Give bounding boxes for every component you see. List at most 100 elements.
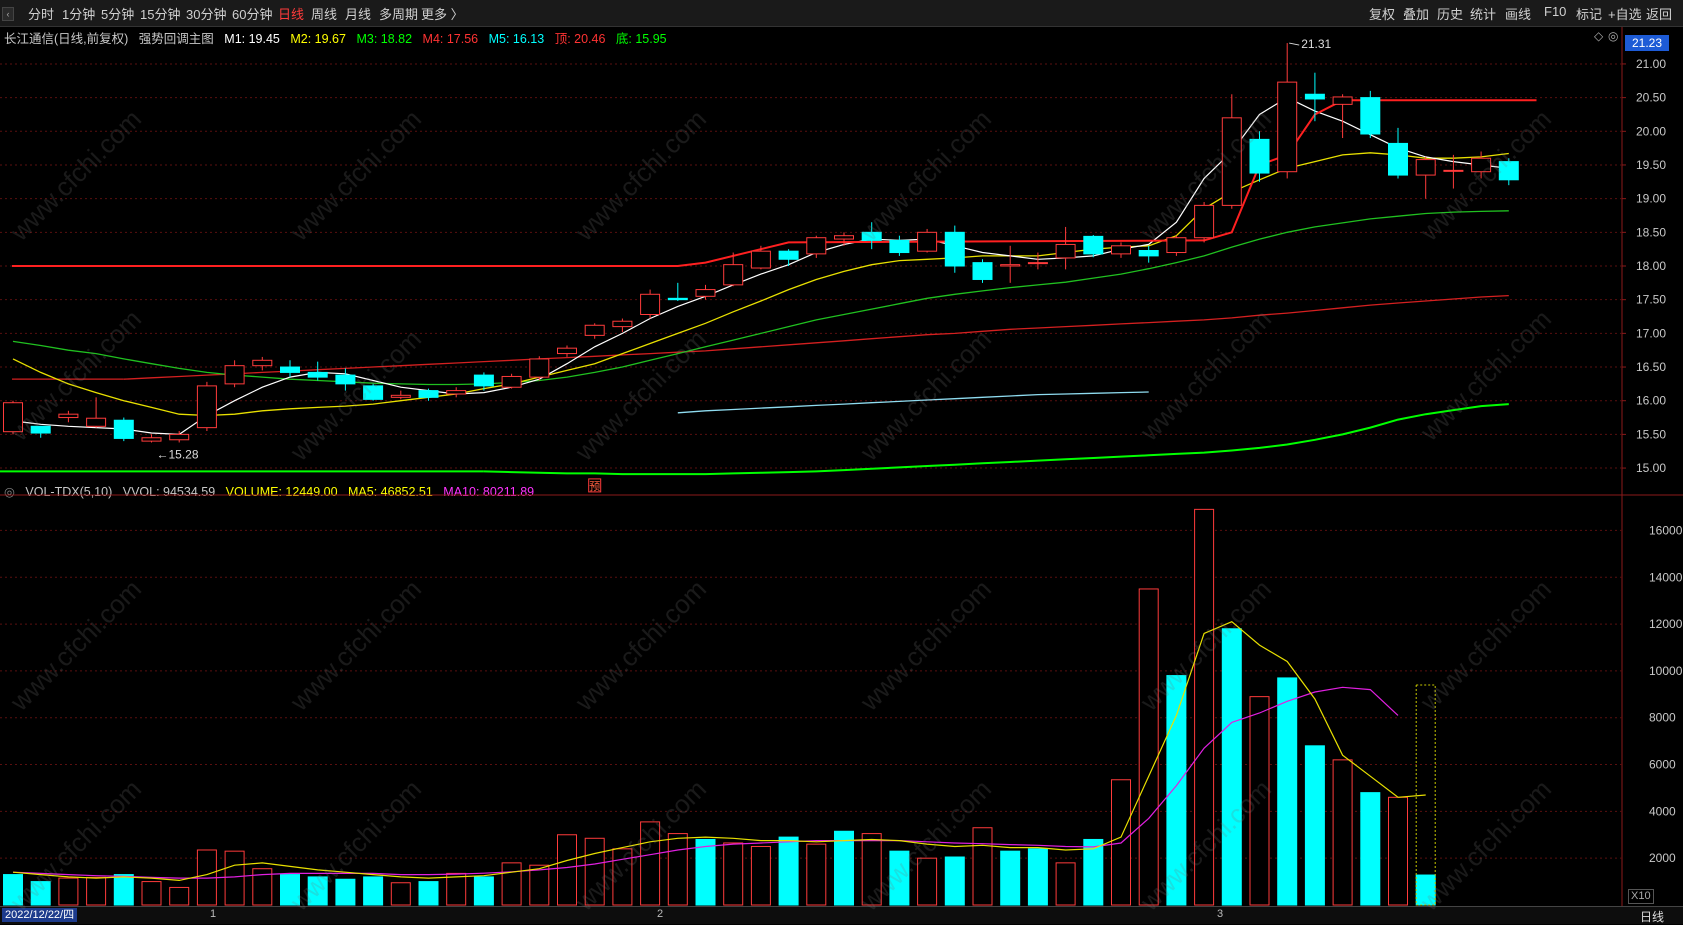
volume-tick-label-0: 2000 (1649, 851, 1676, 865)
period-tab-7[interactable]: 周线 (311, 4, 337, 23)
period-tab-10[interactable]: 更多 〉 (421, 4, 464, 23)
volume-bar-36 (1000, 850, 1021, 906)
toolbar-action-7[interactable]: +自选 (1608, 4, 1642, 23)
volume-tick-label-1: 4000 (1649, 804, 1676, 818)
volume-scale-label: X10 (1628, 889, 1654, 904)
candle-body-17 (473, 374, 494, 387)
candle-body-28 (778, 250, 799, 260)
volume-bar-29 (806, 843, 827, 906)
m5-cyan-line (677, 391, 1149, 414)
volume-bar-2 (58, 877, 79, 906)
volume-bar-21 (584, 837, 605, 906)
candle-body-40 (1111, 245, 1131, 255)
period-tab-4[interactable]: 30分钟 (186, 4, 226, 23)
price-tick-label-2: 16.00 (1636, 394, 1666, 408)
candle-body-5 (141, 437, 162, 442)
date-axis-bar: 2022/12/22/四 1 2 3 日线 (0, 906, 1683, 924)
volume-bar-23 (640, 821, 661, 906)
volume-tick-label-7: 16000 (1649, 523, 1683, 537)
period-tab-3[interactable]: 15分钟 (140, 4, 180, 23)
volume-tick-label-3: 8000 (1649, 711, 1676, 725)
cursor-date-label: 2022/12/22/四 (2, 908, 78, 922)
volume-bar-48 (1332, 759, 1353, 906)
volume-bar-1 (30, 881, 51, 906)
candle-body-14 (390, 394, 411, 398)
volume-bar-6 (169, 886, 190, 906)
volume-tick-label-4: 10000 (1649, 664, 1683, 678)
candle-body-32 (889, 239, 910, 254)
volume-bar-35 (972, 827, 993, 906)
price-tick-label-8: 19.00 (1636, 192, 1666, 206)
toolbar-action-0[interactable]: 复权 (1369, 4, 1395, 23)
toolbar-action-5[interactable]: F10 (1544, 4, 1566, 19)
toolbar-action-2[interactable]: 历史 (1437, 4, 1463, 23)
period-tab-1[interactable]: 1分钟 (62, 4, 95, 23)
period-tab-9[interactable]: 多周期 (379, 4, 418, 23)
volume-bar-51 (1415, 874, 1436, 906)
candle-body-38 (1055, 243, 1076, 259)
volume-bar-13 (363, 876, 384, 906)
chevron-left-icon[interactable]: ‹ (2, 7, 14, 21)
volume-bar-15 (418, 881, 439, 906)
period-tab-0[interactable]: 分时 (28, 4, 54, 23)
toolbar-action-1[interactable]: 叠加 (1403, 4, 1429, 23)
volume-bar-22 (612, 848, 633, 906)
candle-body-54 (1498, 161, 1519, 181)
volume-bar-12 (335, 878, 356, 906)
candle-body-53 (1471, 157, 1492, 173)
m3-green-line (12, 210, 1509, 386)
volume-bar-25 (695, 838, 716, 906)
candle-body-36 (1000, 264, 1021, 267)
price-tick-label-9: 19.50 (1636, 158, 1666, 172)
period-tab-2[interactable]: 5分钟 (101, 4, 134, 23)
volume-bar-27 (750, 845, 771, 906)
kline-chart[interactable]: 15.00 15.50 16.00 16.50 17.00 17.50 18.00 18.50… (0, 27, 1683, 906)
volume-bar-11 (307, 876, 328, 906)
period-tab-6[interactable]: 日线 (278, 4, 304, 23)
volume-bar-34 (944, 856, 965, 906)
volume-bar-42 (1166, 675, 1187, 906)
price-tick-label-5: 17.50 (1636, 293, 1666, 307)
candle-body-20 (557, 347, 577, 355)
period-tab-8[interactable]: 月线 (345, 4, 371, 23)
toolbar-action-3[interactable]: 统计 (1470, 4, 1496, 23)
price-tick-label-3: 16.50 (1636, 360, 1666, 374)
candle-body-22 (612, 320, 633, 328)
toolbar-action-4[interactable]: 画线 (1505, 4, 1531, 23)
candle-body-24 (667, 297, 688, 301)
candle-body-2 (58, 413, 79, 419)
candle-body-11 (307, 371, 328, 378)
volume-tick-label-2: 6000 (1649, 758, 1676, 772)
candle-body-8 (224, 365, 245, 385)
toolbar-action-6[interactable]: 标记 (1576, 4, 1602, 23)
volume-bar-3 (86, 876, 107, 906)
candle-body-37 (1027, 262, 1048, 265)
volume-bar-4 (113, 874, 134, 906)
candle-body-29 (806, 237, 827, 255)
toolbar: ‹ 分时 1分钟 5分钟 15分钟 30分钟 60分钟 日线 周线 月线 多周期 更多 〉 复权 叠加历… (0, 0, 1683, 27)
volume-bar-24 (667, 833, 688, 906)
volume-bar-16 (446, 872, 467, 906)
candle-body-31 (861, 231, 882, 241)
candle-body-39 (1083, 235, 1104, 255)
period-tab-5[interactable]: 60分钟 (232, 4, 272, 23)
candle-body-21 (584, 324, 605, 336)
volume-bar-8 (224, 850, 245, 906)
price-tick-label-0: 15.00 (1636, 461, 1666, 475)
candle-body-30 (834, 235, 854, 240)
candle-body-26 (723, 264, 744, 286)
volume-bar-45 (1249, 696, 1270, 906)
toolbar-action-8[interactable]: 返回 (1646, 4, 1672, 23)
forecast-marker: 预 (589, 480, 600, 493)
candle-body-13 (363, 385, 384, 400)
candle-body-46 (1277, 81, 1298, 173)
candle-body-50 (1388, 142, 1408, 176)
volume-bar-46 (1277, 677, 1298, 906)
volume-bar-43 (1194, 508, 1215, 906)
current-price-label: 21.23 (1625, 35, 1669, 51)
volume-bar-28 (778, 836, 799, 906)
volume-bar-49 (1360, 792, 1381, 906)
candle-body-9 (252, 359, 273, 367)
top-red-line (12, 99, 1537, 267)
volume-bar-33 (917, 857, 938, 906)
